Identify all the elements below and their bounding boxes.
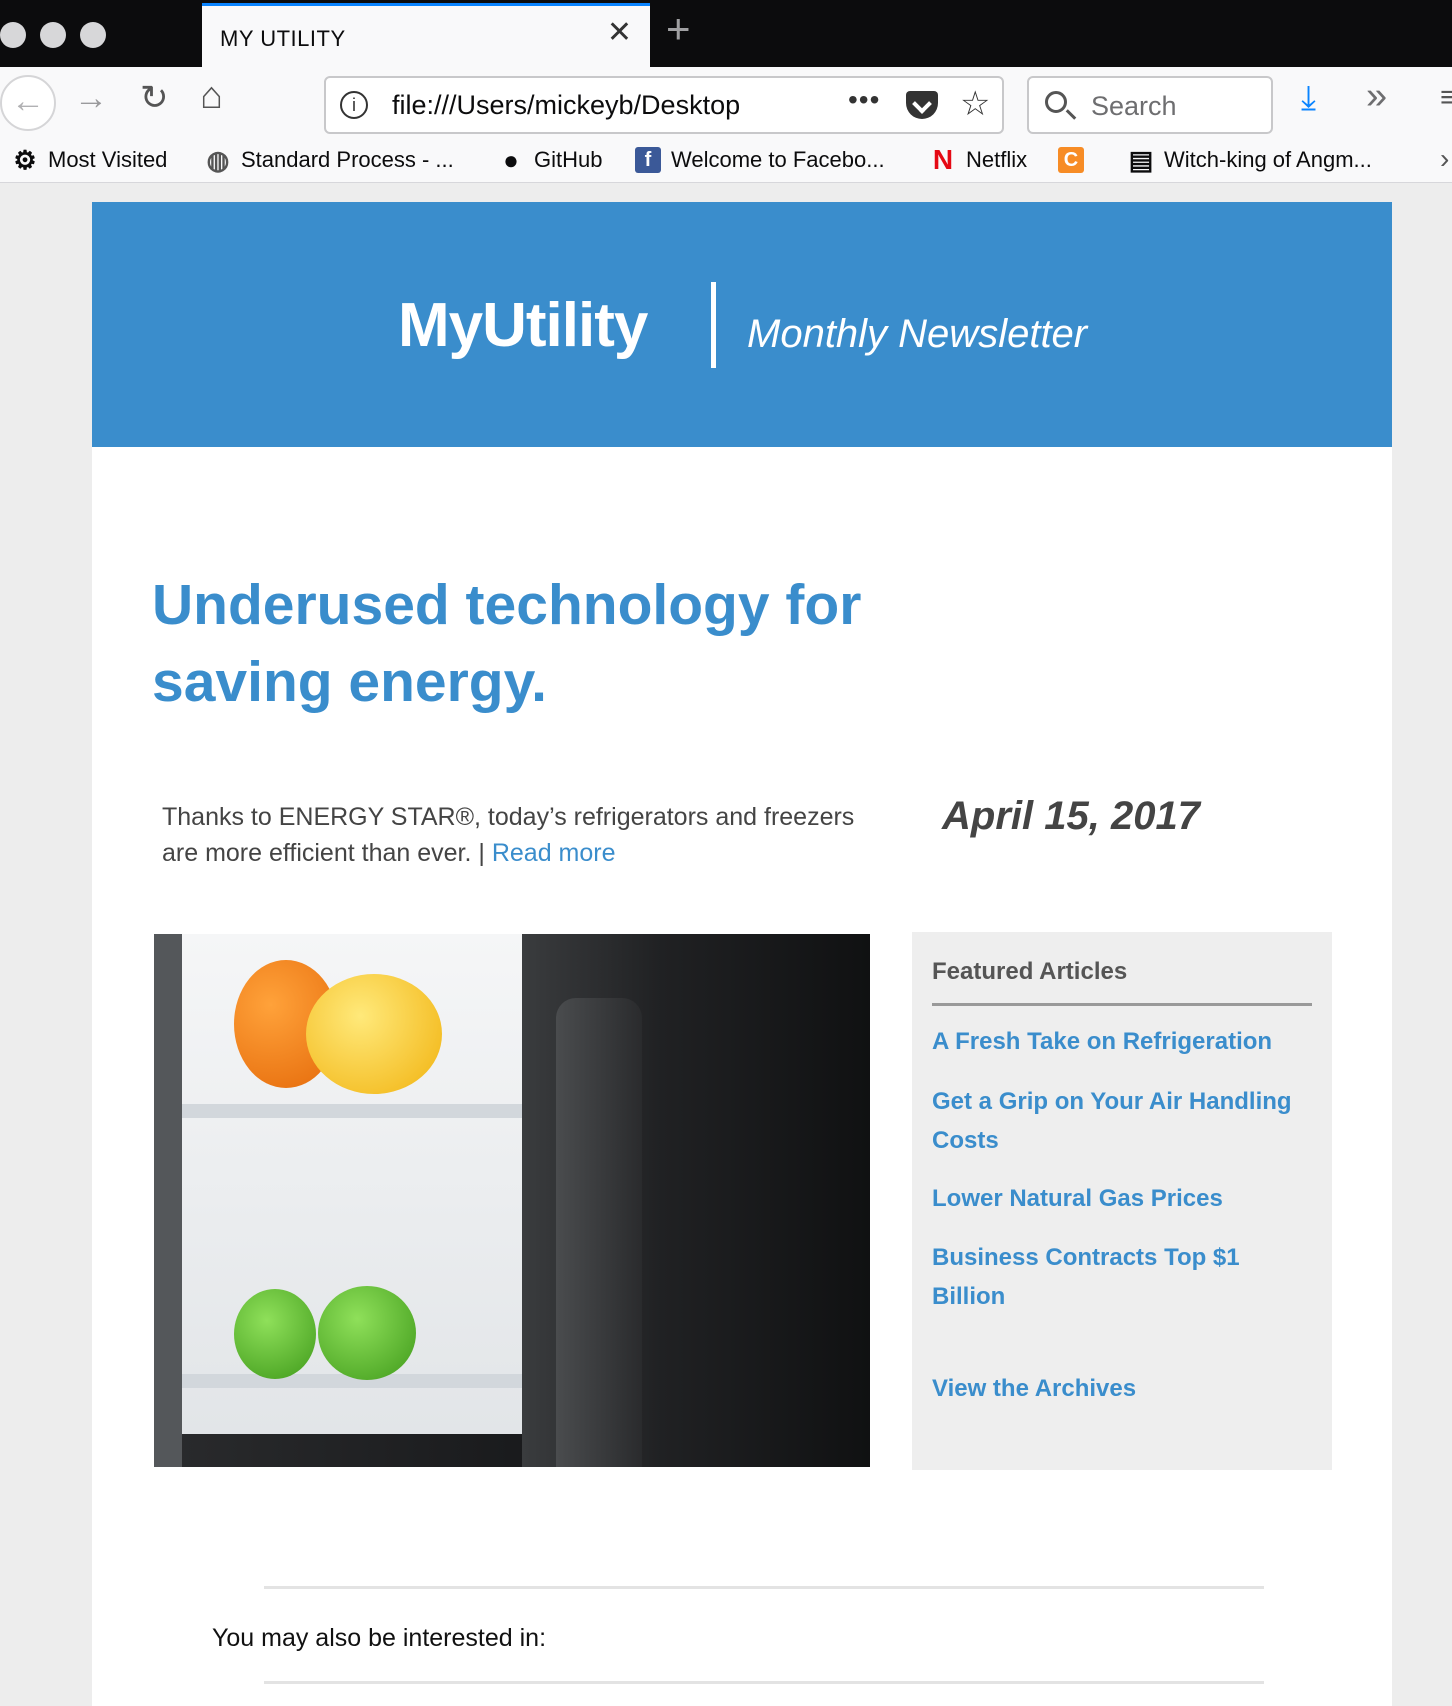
newsletter-banner: MyUtility Monthly Newsletter: [92, 202, 1392, 447]
gear-icon: ⚙: [13, 145, 37, 175]
bookmark-facebook[interactable]: f Welcome to Facebo...: [635, 147, 885, 173]
read-more-link[interactable]: Read more: [492, 839, 616, 867]
featured-link[interactable]: Business Contracts Top $1 Billion: [932, 1238, 1252, 1316]
featured-link[interactable]: Lower Natural Gas Prices: [932, 1179, 1312, 1218]
browser-titlebar: MY UTILITY ✕ +: [0, 0, 1452, 67]
bookmark-label: Standard Process - ...: [241, 147, 454, 172]
refrigerator-photo: [154, 934, 870, 1467]
new-tab-button[interactable]: +: [666, 8, 691, 50]
article-headline: Underused technology for saving energy.: [152, 573, 862, 714]
fridge-handle: [556, 998, 642, 1467]
page-actions-icon[interactable]: •••: [848, 84, 880, 116]
forward-button[interactable]: →: [74, 81, 108, 115]
github-icon: ●: [503, 145, 519, 175]
minimize-window-button[interactable]: [40, 22, 66, 48]
site-icon: ▤: [1128, 145, 1154, 175]
search-bar[interactable]: Search: [1027, 76, 1273, 134]
close-window-button[interactable]: [0, 22, 26, 48]
hamburger-menu-icon[interactable]: ≡: [1440, 81, 1452, 115]
page-info-icon[interactable]: i: [340, 91, 368, 119]
back-button[interactable]: ←: [0, 75, 56, 131]
home-button[interactable]: ⌂: [200, 77, 223, 115]
bookmark-label: Witch-king of Angm...: [1164, 147, 1372, 172]
issue-date: April 15, 2017: [942, 794, 1200, 838]
bookmark-crunchyroll[interactable]: C: [1058, 147, 1094, 173]
tab-title: MY UTILITY: [220, 26, 346, 51]
view-archives-link[interactable]: View the Archives: [932, 1369, 1312, 1408]
article-intro: Thanks to ENERGY STAR®, today’s refriger…: [162, 799, 882, 871]
bookmark-star-icon[interactable]: ☆: [960, 84, 990, 125]
pocket-icon[interactable]: [906, 91, 938, 119]
reload-button[interactable]: ↻: [140, 81, 169, 115]
brand-logo: MyUtility: [398, 291, 648, 360]
zoom-window-button[interactable]: [80, 22, 106, 48]
toolbar-overflow-icon[interactable]: »: [1366, 77, 1387, 115]
featured-articles-title: Featured Articles: [932, 958, 1128, 985]
globe-icon: ◍: [206, 145, 230, 175]
fridge-shelf: [182, 1104, 522, 1118]
featured-articles-panel: Featured Articles A Fresh Take on Refrig…: [912, 932, 1332, 1470]
grapefruit: [306, 974, 442, 1094]
facebook-icon: f: [635, 147, 661, 173]
bookmark-github[interactable]: ● GitHub: [498, 147, 602, 173]
netflix-icon: N: [932, 144, 954, 175]
section-divider: [264, 1681, 1264, 1684]
search-input[interactable]: Search: [1091, 91, 1177, 122]
brand-divider: [711, 282, 716, 368]
section-divider: [264, 1586, 1264, 1589]
bookmark-standard-process[interactable]: ◍ Standard Process - ...: [205, 147, 454, 173]
green-apple: [318, 1286, 416, 1380]
newsletter-page: MyUtility Monthly Newsletter Underused t…: [92, 202, 1392, 1706]
navigation-toolbar: ← → ↻ ⌂ i file:///Users/mickeyb/Desktop …: [0, 67, 1452, 143]
featured-divider: [932, 1003, 1312, 1006]
featured-link[interactable]: A Fresh Take on Refrigeration: [932, 1022, 1312, 1061]
bookmarks-overflow-icon[interactable]: ›: [1440, 143, 1449, 175]
featured-link[interactable]: Get a Grip on Your Air Handling Costs: [932, 1082, 1312, 1160]
download-icon[interactable]: ⤓: [1301, 81, 1316, 115]
green-apple: [234, 1289, 316, 1379]
fridge-side-wall: [154, 934, 182, 1467]
crunchyroll-icon: C: [1058, 147, 1084, 173]
bookmark-witch-king[interactable]: ▤ Witch-king of Angm...: [1128, 147, 1372, 173]
related-heading: You may also be interested in:: [212, 1624, 547, 1652]
bookmarks-toolbar: ⚙ Most Visited ◍ Standard Process - ... …: [0, 143, 1452, 183]
bookmark-label: Welcome to Facebo...: [671, 147, 885, 172]
bookmark-most-visited[interactable]: ⚙ Most Visited: [12, 147, 167, 173]
bookmark-label: Most Visited: [48, 147, 168, 172]
bookmark-label: Netflix: [966, 147, 1028, 172]
tab-my-utility[interactable]: MY UTILITY ✕: [202, 3, 650, 67]
url-text[interactable]: file:///Users/mickeyb/Desktop: [392, 90, 792, 121]
search-icon: [1045, 91, 1067, 113]
newsletter-subtitle: Monthly Newsletter: [747, 312, 1088, 356]
bookmark-label: GitHub: [534, 147, 603, 172]
url-bar[interactable]: i file:///Users/mickeyb/Desktop ••• ☆: [324, 76, 1004, 134]
bookmark-netflix[interactable]: N Netflix: [930, 144, 1028, 175]
close-tab-icon[interactable]: ✕: [607, 18, 632, 48]
